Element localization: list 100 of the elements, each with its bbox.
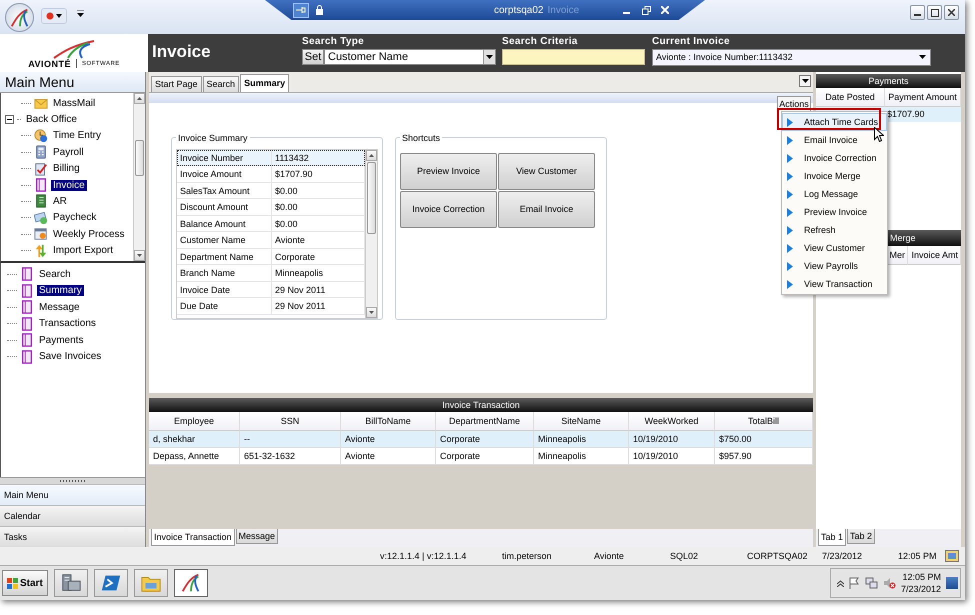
tree-item[interactable]: MassMail: [51, 98, 98, 109]
start-button[interactable]: Start: [2, 570, 48, 596]
taskbar-button[interactable]: [54, 569, 88, 598]
flag-icon[interactable]: [848, 577, 860, 590]
tree-item[interactable]: Summary: [37, 285, 84, 296]
server-name: CORPTSQA02: [747, 551, 809, 562]
network-icon[interactable]: [864, 577, 878, 590]
table-cell: $957.90: [715, 448, 813, 465]
tab-list-button[interactable]: [799, 74, 811, 87]
scroll-thumb[interactable]: [367, 162, 376, 234]
tree-item[interactable]: Invoice: [51, 180, 87, 191]
column-header[interactable]: TotalBill: [715, 412, 813, 431]
property-row[interactable]: Invoice Date 29 Nov 2011: [177, 282, 365, 298]
table-cell: $1707.90: [885, 106, 961, 122]
status-date: 7/23/2012: [822, 551, 864, 562]
document-icon: [20, 316, 34, 331]
navigation-button[interactable]: Tasks: [0, 526, 145, 548]
tree-item[interactable]: Billing: [51, 163, 82, 174]
scroll-thumb[interactable]: [135, 140, 144, 176]
menu-item[interactable]: Invoice Correction: [782, 149, 887, 167]
property-row[interactable]: Branch Name Minneapolis: [177, 265, 365, 282]
navigation-button[interactable]: Main Menu: [0, 484, 145, 506]
column-header[interactable]: Invoice Amt: [908, 246, 961, 265]
shortcut-button[interactable]: Preview Invoice: [400, 152, 497, 190]
column-header[interactable]: BillToName: [341, 412, 436, 431]
property-row[interactable]: Invoice Amount $1707.90: [177, 166, 365, 183]
menu-item[interactable]: View Transaction: [782, 275, 887, 293]
speaker-muted-icon[interactable]: [882, 577, 896, 590]
taskbar-button[interactable]: [174, 569, 208, 598]
logo-icon: [52, 38, 96, 59]
set-button[interactable]: Set: [302, 48, 324, 65]
minimize-button[interactable]: [910, 5, 925, 20]
version-text: v:12.1.1.4 | v:12.1.1.4: [380, 551, 468, 562]
tab[interactable]: Search: [202, 76, 240, 92]
column-header[interactable]: SSN: [240, 412, 341, 431]
column-header[interactable]: Payment Amount: [885, 88, 961, 107]
column-header[interactable]: SiteName: [534, 412, 629, 431]
column-header[interactable]: DepartmentName: [436, 412, 534, 431]
tree-item[interactable]: Weekly Process: [51, 228, 127, 240]
tree-item[interactable]: Time Entry: [51, 130, 103, 142]
shortcut-button[interactable]: Email Invoice: [498, 190, 595, 228]
tree-item[interactable]: Paycheck: [51, 212, 98, 224]
calculator-icon: [34, 145, 48, 160]
logo-icon: [8, 6, 30, 28]
table-cell: $750.00: [715, 430, 813, 448]
scrollbar[interactable]: [365, 150, 377, 318]
menu-item[interactable]: View Payrolls: [782, 257, 887, 275]
search-criteria-field[interactable]: [502, 48, 645, 65]
tree-item[interactable]: AR: [51, 196, 69, 207]
property-row[interactable]: SalesTax Amount $0.00: [177, 182, 365, 200]
property-row[interactable]: Balance Amount $0.00: [177, 216, 365, 232]
tab[interactable]: Start Page: [151, 76, 202, 92]
column-header[interactable]: WeekWorked: [629, 412, 715, 431]
taskbar-button[interactable]: [94, 569, 128, 598]
tree-item[interactable]: Payments: [37, 334, 86, 346]
tab[interactable]: Tab 1: [818, 529, 846, 546]
shortcut-button[interactable]: Invoice Correction: [400, 190, 497, 228]
menu-item[interactable]: Log Message: [782, 185, 887, 203]
tree-item[interactable]: Save Invoices: [37, 351, 104, 362]
tab[interactable]: Message: [236, 529, 278, 544]
application-button[interactable]: [5, 3, 34, 32]
tree-item[interactable]: Payroll: [51, 146, 86, 158]
navigation-button[interactable]: Calendar: [0, 505, 145, 526]
splitter-grip[interactable]: [60, 480, 86, 482]
current-invoice-dropdown[interactable]: Avionte : Invoice Number:1113432: [652, 48, 931, 66]
tab[interactable]: Invoice Transaction: [151, 529, 235, 546]
database-name: SQL02: [670, 551, 700, 562]
column-header[interactable]: Date Posted: [816, 88, 885, 107]
table-cell: --: [240, 430, 341, 448]
tab[interactable]: Tab 2: [847, 529, 876, 544]
tree-item[interactable]: Back Office: [24, 114, 79, 125]
collapse-toggle[interactable]: [5, 114, 14, 124]
tree-item[interactable]: Transactions: [37, 318, 98, 330]
tree-item[interactable]: Import Export: [51, 245, 116, 256]
scrollbar[interactable]: [133, 92, 145, 261]
property-row[interactable]: Invoice Number 1113432: [177, 150, 365, 166]
table-cell: Corporate: [436, 448, 534, 465]
tree-item[interactable]: Message: [37, 302, 82, 313]
shortcut-button[interactable]: View Customer: [498, 152, 595, 190]
property-row[interactable]: Customer Name Avionte: [177, 232, 365, 249]
close-icon: [948, 9, 955, 16]
quick-access-button[interactable]: [41, 8, 67, 24]
menu-item[interactable]: Email Invoice: [782, 131, 887, 149]
property-row[interactable]: Due Date 29 Nov 2011: [177, 298, 365, 315]
close-button[interactable]: [944, 5, 959, 20]
tab[interactable]: Summary: [240, 74, 290, 92]
menu-item[interactable]: Preview Invoice: [782, 203, 887, 221]
restore-button[interactable]: [927, 5, 942, 20]
menu-item[interactable]: Invoice Merge: [782, 167, 887, 185]
column-header[interactable]: Employee: [149, 412, 240, 431]
property-row[interactable]: Discount Amount $0.00: [177, 199, 365, 216]
window-title: Invoice: [547, 4, 580, 16]
tree-item[interactable]: Search: [37, 268, 73, 280]
show-desktop-button[interactable]: [946, 577, 958, 590]
chevron-up-icon[interactable]: [836, 580, 844, 587]
property-row[interactable]: Department Name Corporate: [177, 248, 365, 266]
notes-icon[interactable]: [945, 550, 959, 562]
search-type-dropdown[interactable]: Customer Name: [324, 48, 496, 65]
customize-icon[interactable]: [77, 10, 84, 17]
pin-button[interactable]: [293, 2, 309, 18]
